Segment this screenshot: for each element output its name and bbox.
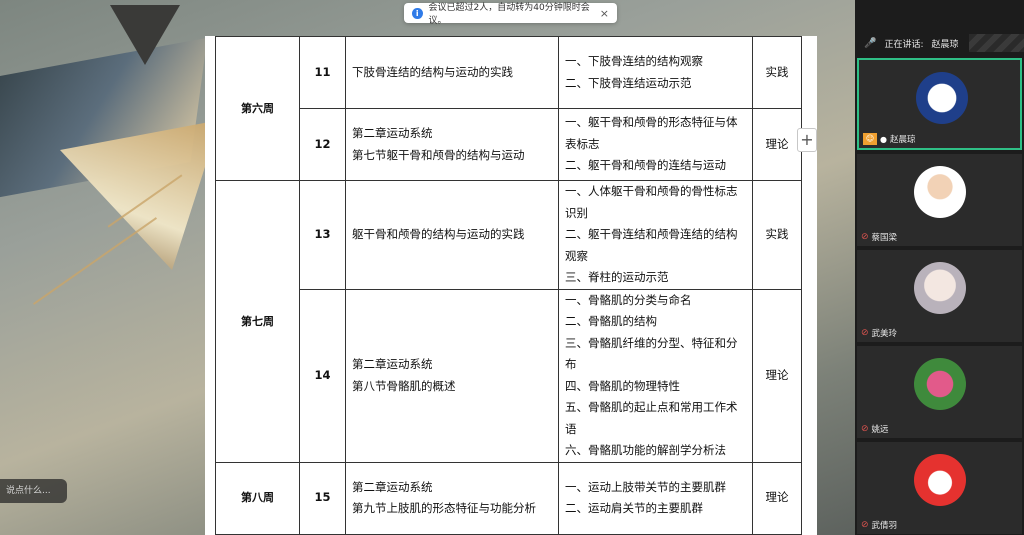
lesson-number: 11 <box>299 36 346 109</box>
lesson-type: 理论 <box>752 461 802 535</box>
lesson-type: 实践 <box>752 180 802 290</box>
week-cell: 第七周 <box>215 180 300 463</box>
table-row: 第六周 11 下肢骨连结的结构与运动的实践 一、下肢骨连结的结构观察 二、下肢骨连结运动… <box>215 36 802 181</box>
week-cell: 第八周 <box>215 461 300 535</box>
add-button[interactable]: + <box>797 128 817 152</box>
avatar <box>914 262 966 314</box>
table-row: 12 第二章运动系统 第七节躯干骨和颅骨的结构与运动 一、躯干骨和颅骨的形态特征与体表… <box>216 108 802 181</box>
lesson-type: 实践 <box>752 36 802 109</box>
document-page: 第六周 11 下肢骨连结的结构与运动的实践 一、下肢骨连结的结构观察 二、下肢骨连结运动… <box>205 36 817 535</box>
table-row: 14 第二章运动系统 第八节骨骼肌的概述 一、骨骼肌的分类与命名 二、骨骼肌的结构 三、骨… <box>216 288 802 463</box>
content-line: 第二章运动系统 <box>352 126 433 140</box>
content-cell: 躯干骨和颅骨的结构与运动的实践 <box>345 180 559 290</box>
participant-tile[interactable]: ⊘ 武倩羽 <box>857 442 1022 534</box>
content-cell: 第二章运动系统第七节躯干骨和颅骨的结构与运动 <box>345 108 559 181</box>
microphone-icon: 🎤 <box>864 37 877 49</box>
key-points-cell: 一、躯干骨和颅骨的形态特征与体表标志二、躯干骨和颅骨的连结与运动 <box>558 108 753 181</box>
key-point: 一、下肢骨连结的结构观察 <box>565 54 703 68</box>
notification-banner: i 会议已超过2人，自动转为40分钟限时会议。 × <box>404 3 617 26</box>
schedule-table: 第六周 11 下肢骨连结的结构与运动的实践 一、下肢骨连结的结构观察 二、下肢骨连结运动… <box>215 36 802 535</box>
participant-name-row: ⊘ 武美玲 <box>861 327 897 339</box>
avatar <box>914 358 966 410</box>
comment-input[interactable]: 说点什么... <box>0 479 67 503</box>
close-icon[interactable]: × <box>600 7 609 20</box>
participant-name: 蔡国梁 <box>871 233 898 243</box>
key-point: 一、躯干骨和颅骨的形态特征与体表标志 <box>565 115 738 151</box>
content-cell: 第二章运动系统第九节上肢肌的形态特征与功能分析 <box>345 461 559 535</box>
key-point: 四、骨骼肌的物理特性 <box>565 378 680 393</box>
participant-name-row: ⊘ 姚远 <box>861 423 889 435</box>
key-point: 二、躯干骨连结和颅骨连结的结构观察 <box>565 227 738 263</box>
table-row: 第七周 13 躯干骨和颅骨的结构与运动的实践 一、人体躯干骨和颅骨的骨性标志识别 二、躯… <box>215 180 802 463</box>
key-points-cell: 一、下肢骨连结的结构观察 二、下肢骨连结运动示范 <box>558 36 753 109</box>
participant-panel: 🎤 正在讲话: 赵晨琼 ☺ ● 赵晨琼 ⊘ 蔡国梁 ⊘ 武美玲 ⊘ 姚远 ⊘ 武倩羽 <box>855 0 1024 535</box>
muted-microphone-icon: ⊘ <box>861 328 869 338</box>
lesson-number: 14 <box>299 288 346 463</box>
content-cell: 下肢骨连结的结构与运动的实践 <box>345 36 559 109</box>
participant-tile[interactable]: ⊘ 姚远 <box>857 346 1022 438</box>
key-point: 一、运动上肢带关节的主要肌群 <box>565 479 726 494</box>
participant-tile[interactable]: ⊘ 蔡国梁 <box>857 154 1022 246</box>
participant-name: 武倩羽 <box>871 521 898 531</box>
key-points-cell: 一、骨骼肌的分类与命名 二、骨骼肌的结构三、骨骼肌纤维的分型、特征和分布四、骨骼肌… <box>558 288 753 463</box>
participant-name: 姚远 <box>871 425 889 435</box>
content-line: 第二章运动系统 <box>352 357 433 371</box>
host-badge-icon: ☺ <box>863 133 877 145</box>
key-point: 三、骨骼肌纤维的分型、特征和分布 <box>565 335 738 372</box>
content-line: 下肢骨连结的结构与运动的实践 <box>352 64 513 79</box>
toolbar-placeholder <box>969 34 1024 52</box>
key-point: 三、脊柱的运动示范 <box>565 270 669 284</box>
avatar <box>914 166 966 218</box>
key-point: 五、骨骼肌的起止点和常用工作术语 <box>565 400 738 436</box>
speaking-name: 赵晨琼 <box>931 39 959 50</box>
key-point: 一、人体躯干骨和颅骨的骨性标志识别 <box>565 184 738 220</box>
lesson-number: 13 <box>299 180 346 290</box>
key-point: 六、骨骼肌功能的解剖学分析法 <box>565 443 726 457</box>
info-icon: i <box>412 7 423 19</box>
participant-tile[interactable]: ⊘ 武美玲 <box>857 250 1022 342</box>
participant-name-row: ⊘ 武倩羽 <box>861 519 897 531</box>
key-point: 二、运动肩关节的主要肌群 <box>565 501 703 515</box>
key-points-cell: 一、运动上肢带关节的主要肌群 二、运动肩关节的主要肌群 <box>558 461 753 535</box>
notification-text: 会议已超过2人，自动转为40分钟限时会议。 <box>428 3 590 26</box>
week-cell: 第六周 <box>215 36 300 181</box>
avatar <box>916 72 968 124</box>
lesson-type: 理论 <box>752 108 802 181</box>
participant-name: 武美玲 <box>871 329 898 339</box>
microphone-icon: ● <box>880 134 887 144</box>
lesson-number: 15 <box>299 461 346 535</box>
content-line: 躯干骨和颅骨的结构与运动的实践 <box>352 227 525 241</box>
key-point: 一、骨骼肌的分类与命名 <box>565 292 692 307</box>
key-points-cell: 一、人体躯干骨和颅骨的骨性标志识别 二、躯干骨连结和颅骨连结的结构观察三、脊柱的运… <box>558 180 753 290</box>
participant-name-row: ☺ ● 赵晨琼 <box>863 133 916 145</box>
lesson-number: 12 <box>299 108 346 181</box>
participant-name: 赵晨琼 <box>889 135 916 145</box>
table-row: 第八周 15 第二章运动系统 第九节上肢肌的形态特征与功能分析 一、运动上肢带关节的主要… <box>215 461 802 535</box>
content-line: 第九节上肢肌的形态特征与功能分析 <box>352 501 536 515</box>
content-line: 第七节躯干骨和颅骨的结构与运动 <box>352 147 525 162</box>
content-line: 第八节骨骼肌的概述 <box>352 378 456 393</box>
speaking-label: 正在讲话: <box>884 39 924 50</box>
muted-microphone-icon: ⊘ <box>861 520 869 530</box>
muted-microphone-icon: ⊘ <box>861 232 869 242</box>
muted-microphone-icon: ⊘ <box>861 424 869 434</box>
participant-tile[interactable]: ☺ ● 赵晨琼 <box>857 58 1022 150</box>
key-point: 二、躯干骨和颅骨的连结与运动 <box>565 158 726 173</box>
participant-name-row: ⊘ 蔡国梁 <box>861 231 897 243</box>
content-cell: 第二章运动系统第八节骨骼肌的概述 <box>345 288 559 463</box>
background-decoration <box>32 217 158 305</box>
key-point: 二、下肢骨连结运动示范 <box>565 75 692 90</box>
key-point: 二、骨骼肌的结构 <box>565 314 657 328</box>
avatar <box>914 454 966 506</box>
content-line: 第二章运动系统 <box>352 479 433 494</box>
lesson-type: 理论 <box>752 288 802 463</box>
